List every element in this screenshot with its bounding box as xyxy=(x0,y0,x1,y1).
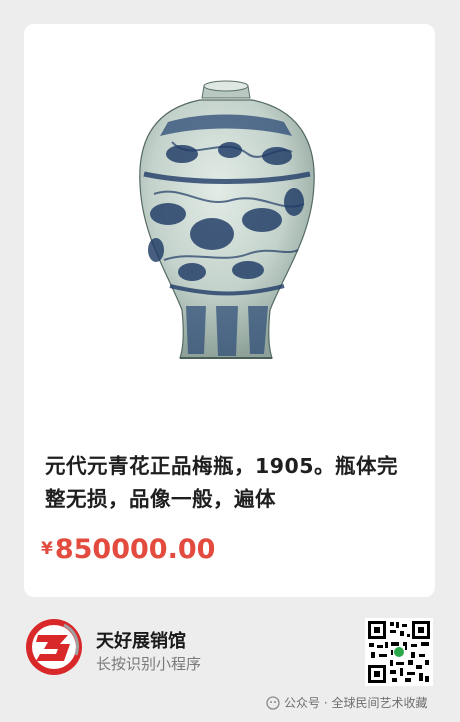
shop-logo-icon[interactable] xyxy=(24,617,84,677)
wechat-official-account-icon xyxy=(266,695,280,710)
product-card[interactable]: 元代元青花正品梅瓶，1905。瓶体完整无损，品像一般，遍体 ¥850000.00 xyxy=(24,24,435,597)
watermark-text: 公众号 · 全球民间艺术收藏 xyxy=(284,696,428,710)
product-photo[interactable] xyxy=(72,24,386,432)
product-title: 元代元青花正品梅瓶，1905。瓶体完整无损，品像一般，遍体 xyxy=(45,454,399,511)
currency-symbol: ¥ xyxy=(41,539,53,559)
watermark: 公众号 · 全球民间艺术收藏 xyxy=(266,694,427,711)
product-price: ¥850000.00 xyxy=(41,534,215,565)
price-amount: 850000.00 xyxy=(54,534,216,565)
meiping-vase-image xyxy=(139,80,315,359)
shop-name[interactable]: 天好展销馆 xyxy=(96,627,186,653)
mini-program-hint: 长按识别小程序 xyxy=(96,655,202,673)
qr-code-icon[interactable] xyxy=(365,618,433,686)
